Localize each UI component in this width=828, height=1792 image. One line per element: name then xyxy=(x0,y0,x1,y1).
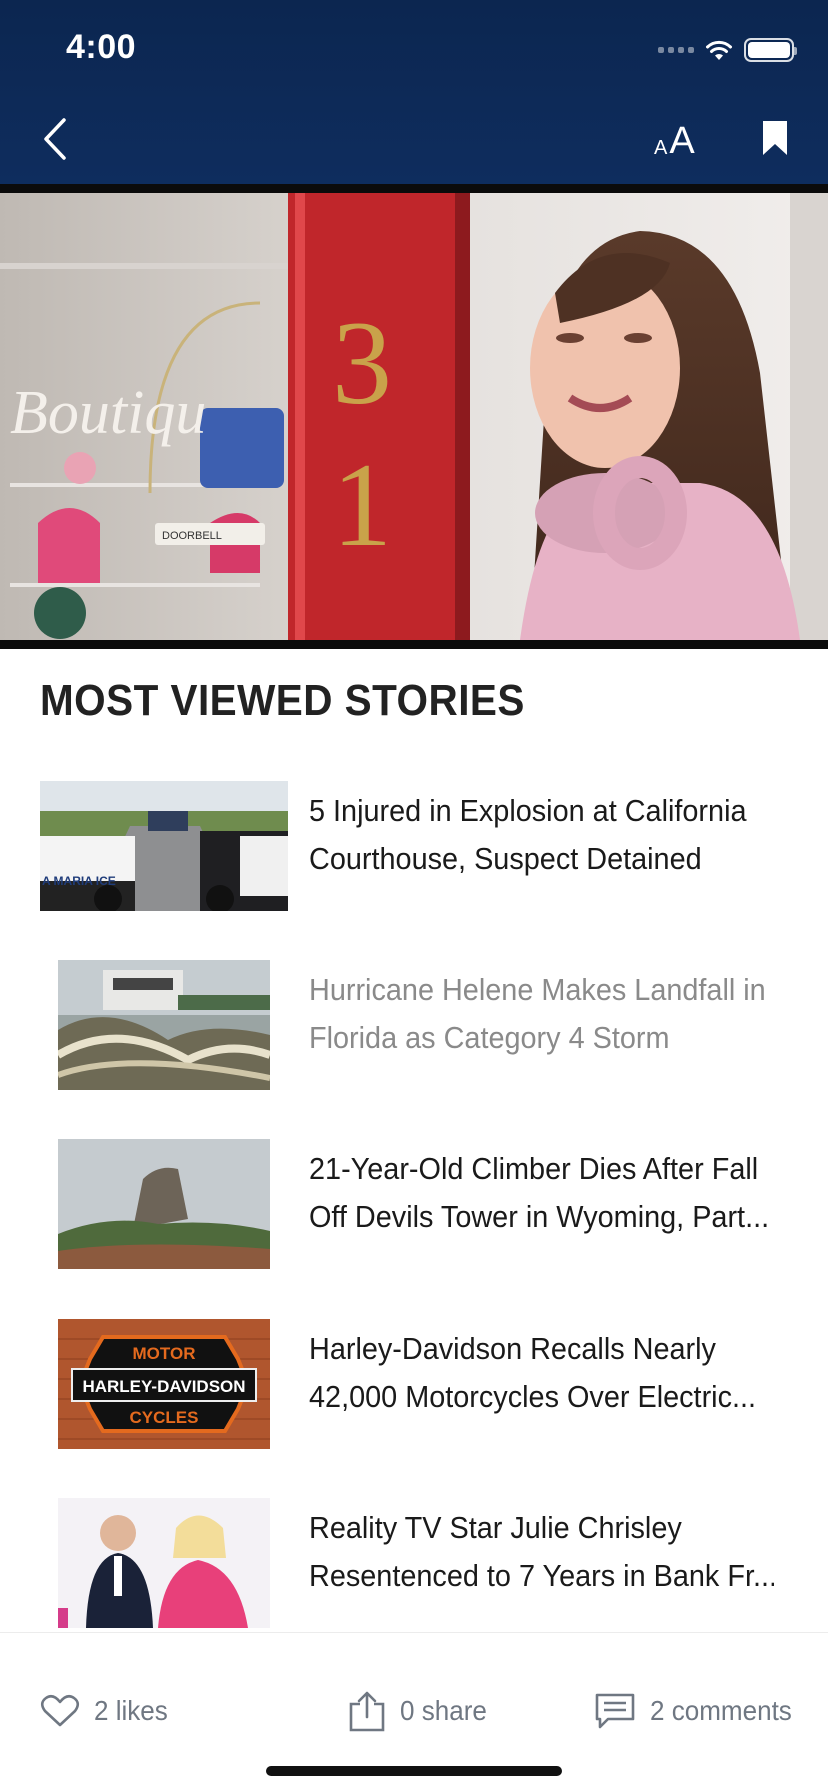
wifi-icon xyxy=(706,40,732,60)
story-item[interactable]: 21-Year-Old Climber Dies After Fall Off … xyxy=(0,1139,828,1269)
story-headline: Reality TV Star Julie Chrisley Resentenc… xyxy=(309,1510,774,1593)
back-button[interactable] xyxy=(38,114,72,164)
status-time: 4:00 xyxy=(66,28,137,66)
cellular-signal-icon xyxy=(658,47,694,53)
story-thumbnail: A MARIA ICE xyxy=(40,781,288,911)
hero-image: DOORBELL Boutiqu 3 1 xyxy=(0,193,828,640)
shares-count: 0 share xyxy=(400,1695,487,1726)
status-icons xyxy=(658,36,797,64)
story-item[interactable]: A MARIA ICE 5 Injured in Explosion at Ca… xyxy=(0,781,828,911)
bookmark-button[interactable] xyxy=(762,120,788,156)
story-item[interactable]: Reality TV Star Julie Chrisley Resentenc… xyxy=(0,1498,828,1628)
svg-text:DOORBELL: DOORBELL xyxy=(162,530,222,542)
share-button[interactable]: 0 share xyxy=(348,1691,493,1732)
story-thumbnail xyxy=(58,1139,270,1269)
section-title: MOST VIEWED STORIES xyxy=(40,676,525,725)
share-icon xyxy=(349,1691,385,1732)
battery-icon xyxy=(744,38,797,62)
hero-video[interactable]: DOORBELL Boutiqu 3 1 xyxy=(0,193,828,640)
svg-text:3: 3 xyxy=(332,296,392,429)
font-size-button[interactable]: A A xyxy=(654,118,695,162)
hero-divider xyxy=(0,640,828,649)
story-headline: 5 Injured in Explosion at California Cou… xyxy=(309,793,747,876)
app-header: 4:00 A A xyxy=(0,0,828,184)
svg-text:A MARIA ICE: A MARIA ICE xyxy=(42,874,116,888)
comments-count: 2 comments xyxy=(650,1695,792,1726)
comment-icon xyxy=(595,1693,635,1729)
header-divider xyxy=(0,184,828,193)
like-button[interactable]: 2 likes xyxy=(40,1691,173,1731)
svg-text:CYCLES: CYCLES xyxy=(130,1408,199,1427)
home-indicator[interactable] xyxy=(266,1766,562,1776)
story-headline: Hurricane Helene Makes Landfall in Flori… xyxy=(309,972,766,1055)
svg-text:HARLEY-DAVIDSON: HARLEY-DAVIDSON xyxy=(82,1377,245,1396)
story-thumbnail xyxy=(58,1498,270,1628)
likes-count: 2 likes xyxy=(94,1695,168,1726)
font-big-glyph: A xyxy=(669,120,695,162)
svg-text:1: 1 xyxy=(332,438,392,571)
story-item[interactable]: Hurricane Helene Makes Landfall in Flori… xyxy=(0,960,828,1090)
story-headline: Harley-Davidson Recalls Nearly 42,000 Mo… xyxy=(309,1331,757,1414)
comments-button[interactable]: 2 comments xyxy=(594,1691,803,1731)
story-headline: 21-Year-Old Climber Dies After Fall Off … xyxy=(309,1151,770,1234)
story-item[interactable]: MOTOR HARLEY-DAVIDSON CYCLES Harley-Davi… xyxy=(0,1319,828,1449)
story-thumbnail: MOTOR HARLEY-DAVIDSON CYCLES xyxy=(58,1319,270,1449)
svg-text:MOTOR: MOTOR xyxy=(133,1344,196,1363)
font-small-glyph: A xyxy=(654,137,668,159)
story-thumbnail xyxy=(58,960,270,1090)
svg-text:Boutiqu: Boutiqu xyxy=(10,379,206,447)
heart-icon xyxy=(40,1694,80,1727)
